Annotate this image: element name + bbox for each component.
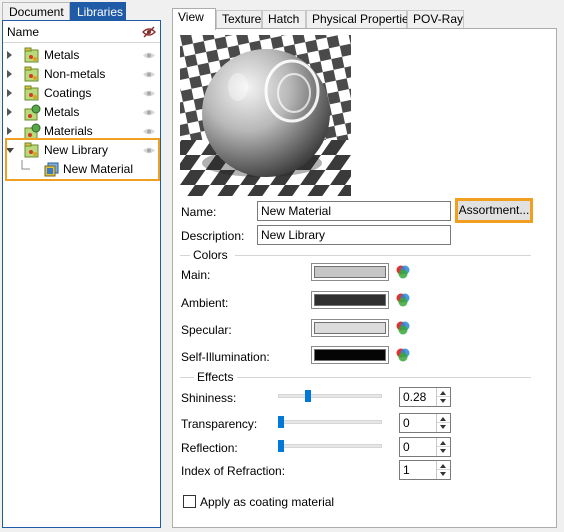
shininess-spinbox[interactable]: 0.28 (399, 387, 451, 407)
color-picker-icon[interactable] (394, 291, 412, 309)
visibility-toggle-icon[interactable] (142, 25, 156, 39)
spin-arrows[interactable] (436, 414, 450, 432)
library-icon (24, 85, 39, 101)
group-divider (180, 377, 194, 378)
shininess-value: 0.28 (403, 390, 427, 404)
material-icon (44, 162, 59, 177)
ambient-color-swatch[interactable] (311, 291, 389, 309)
shininess-label: Shininess: (181, 391, 237, 405)
name-label: Name: (181, 205, 217, 219)
effects-group-title: Effects (197, 370, 234, 384)
specular-color-swatch[interactable] (311, 319, 389, 337)
eye-icon[interactable] (142, 88, 156, 99)
description-field[interactable]: New Library (257, 225, 451, 245)
self-illumination-label: Self-Illumination: (181, 350, 270, 364)
tree-item-label: Metals (44, 105, 80, 119)
library-icon (24, 142, 39, 158)
index-of-refraction-value: 1 (403, 463, 410, 477)
material-properties-panel: Name: New Material Assortment... Descrip… (172, 28, 557, 528)
eye-icon[interactable] (142, 69, 156, 80)
transparency-slider-thumb[interactable] (278, 416, 284, 428)
tree-connector-line (21, 160, 30, 170)
coating-checkbox[interactable] (183, 495, 196, 508)
expand-arrow-icon[interactable] (7, 127, 12, 135)
spin-arrows[interactable] (436, 388, 450, 406)
tree-item-label: Materials (44, 124, 93, 138)
eye-icon[interactable] (142, 50, 156, 61)
index-of-refraction-spinbox[interactable]: 1 (399, 460, 451, 480)
tree-item-coatings[interactable]: Coatings (3, 84, 160, 103)
self-illumination-swatch[interactable] (311, 346, 389, 364)
library-globe-icon (24, 123, 41, 140)
tree-header: Name (3, 21, 160, 43)
column-header-name[interactable]: Name (7, 25, 39, 39)
tree-item-label: Coatings (44, 86, 92, 100)
tree-item-label: Metals (44, 48, 80, 62)
assortment-button[interactable]: Assortment... (455, 198, 533, 223)
tree-item-label: Non-metals (44, 67, 106, 81)
color-picker-icon[interactable] (394, 263, 412, 281)
tree-item-materials[interactable]: Materials (3, 122, 160, 141)
eye-icon[interactable] (142, 126, 156, 137)
tree-item-metals-online[interactable]: Metals (3, 103, 160, 122)
spin-arrows[interactable] (436, 461, 450, 479)
tab-hatch[interactable]: Hatch (262, 10, 306, 29)
expand-arrow-icon[interactable] (7, 89, 12, 97)
shininess-slider-thumb[interactable] (305, 390, 312, 402)
shininess-slider[interactable] (278, 394, 382, 398)
tree-item-new-library[interactable]: New Library (3, 141, 160, 160)
spin-arrows[interactable] (436, 438, 450, 456)
color-picker-icon[interactable] (394, 346, 412, 364)
expand-arrow-icon[interactable] (7, 70, 12, 78)
material-preview-image (180, 35, 351, 196)
tab-physical-properties[interactable]: Physical Properties (306, 10, 415, 29)
tree-item-label: New Library (44, 143, 109, 157)
main-color-label: Main: (181, 268, 211, 282)
eye-icon[interactable] (142, 107, 156, 118)
transparency-spinbox[interactable]: 0 (399, 413, 451, 433)
expand-arrow-icon[interactable] (7, 108, 12, 116)
main-color-swatch[interactable] (311, 263, 389, 281)
tab-document[interactable]: Document (2, 2, 70, 21)
colors-group-title: Colors (193, 248, 228, 262)
reflection-value: 0 (403, 440, 410, 454)
transparency-value: 0 (403, 416, 410, 430)
reflection-slider[interactable] (278, 444, 382, 448)
group-divider (235, 255, 531, 256)
library-tree-panel: Name Metals Non-metals Coatings Metals M… (2, 20, 161, 528)
name-field[interactable]: New Material (257, 201, 451, 221)
reflection-slider-thumb[interactable] (278, 440, 284, 452)
tab-libraries[interactable]: Libraries (70, 2, 126, 21)
library-globe-icon (24, 104, 41, 121)
transparency-label: Transparency: (181, 417, 258, 431)
library-icon (24, 47, 39, 63)
transparency-slider[interactable] (278, 420, 382, 424)
reflection-spinbox[interactable]: 0 (399, 437, 451, 457)
coating-checkbox-label[interactable]: Apply as coating material (200, 495, 334, 509)
color-picker-icon[interactable] (394, 319, 412, 337)
tab-texture[interactable]: Texture (216, 10, 262, 29)
tab-pov-ray[interactable]: POV-Ray (407, 10, 464, 29)
tab-view[interactable]: View (172, 8, 216, 30)
collapse-arrow-icon[interactable] (6, 148, 14, 153)
tree-item-non-metals[interactable]: Non-metals (3, 65, 160, 84)
description-label: Description: (181, 229, 245, 243)
tree-item-new-material[interactable]: New Material (3, 160, 160, 179)
ambient-color-label: Ambient: (181, 296, 229, 310)
tree-item-metals[interactable]: Metals (3, 46, 160, 65)
index-of-refraction-label: Index of Refraction: (181, 464, 286, 478)
eye-icon[interactable] (142, 145, 156, 156)
tree-item-label: New Material (63, 162, 134, 176)
group-divider (180, 255, 190, 256)
group-divider (237, 377, 531, 378)
reflection-label: Reflection: (181, 441, 238, 455)
library-icon (24, 66, 39, 82)
specular-color-label: Specular: (181, 323, 232, 337)
expand-arrow-icon[interactable] (7, 51, 12, 59)
